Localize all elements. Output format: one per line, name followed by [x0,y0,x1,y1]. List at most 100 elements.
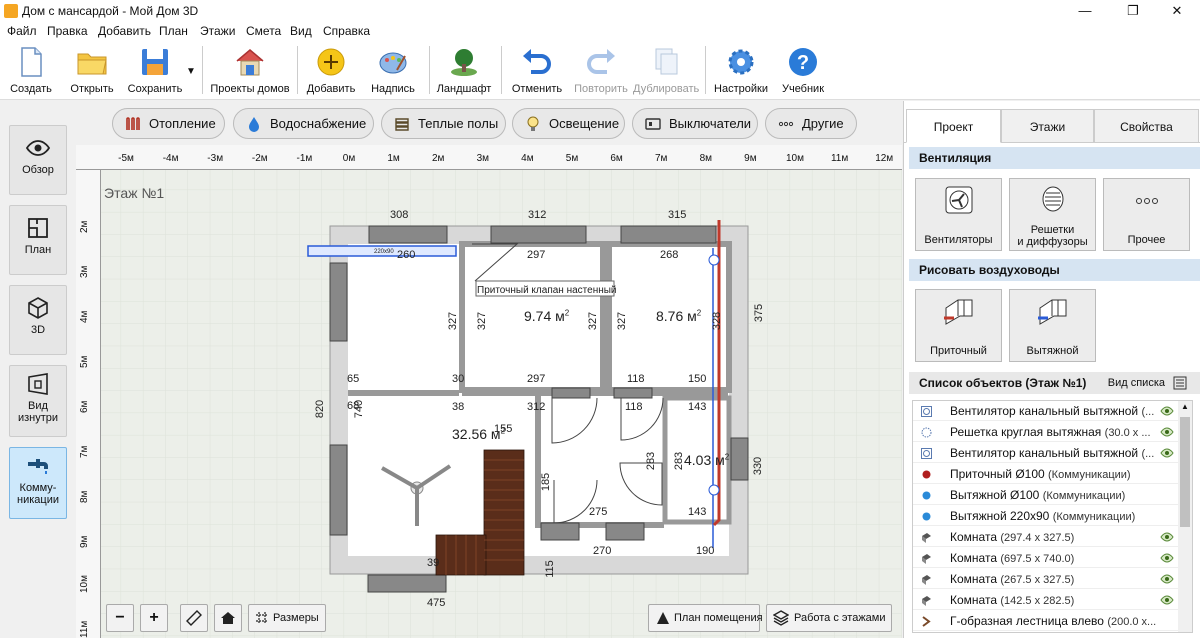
ruler-tick-label: 11м [830,153,849,164]
label-button[interactable]: Надпись [364,44,422,98]
visibility-eye-icon[interactable] [1160,448,1174,458]
faucet-icon [28,459,48,474]
open-button[interactable]: Открыть [66,44,118,98]
floor-plan-drawing[interactable] [76,145,902,638]
list-scrollbar[interactable]: ▲ [1178,401,1192,632]
radiator-icon [126,117,140,130]
house-icon [236,49,264,76]
overview-button[interactable]: Обзор [9,125,67,195]
sizes-button[interactable]: Размеры [248,604,326,632]
object-list[interactable]: Вентилятор канальный вытяжной (... Решет… [912,400,1193,633]
separator [705,46,706,94]
water-supply-button[interactable]: Водоснабжение [233,108,374,139]
ruler-tick-label: -5м [118,153,134,164]
menu-bar: Файл Правка Добавить План Этажи Смета Ви… [0,22,1200,40]
visibility-eye-icon[interactable] [1160,574,1174,584]
home-button[interactable] [214,604,242,632]
dim-label: 143 [688,401,707,413]
layers-icon [773,610,789,626]
warm-floor-icon [395,118,409,131]
create-button[interactable]: Создать [6,44,56,98]
ruler-tick-label: 0м [342,153,356,164]
close-button[interactable]: ✕ [1154,0,1200,22]
settings-button[interactable]: Настройки [712,44,770,98]
minimize-button[interactable]: — [1062,0,1108,22]
list-item[interactable]: Комната (142.5 x 282.5) [913,590,1180,610]
blue-dot-icon [922,491,931,500]
duplicate-button[interactable]: Дублировать [633,44,699,98]
separator [429,46,430,94]
menu-floors[interactable]: Этажи [200,24,235,38]
dim-label: 312 [528,209,547,221]
plan-canvas[interactable]: -5м -4м -3м -2м -1м 0м 1м 2м 3м 4м 5м 6м 7м 8м 9м 10м 11… [76,145,902,638]
menu-file[interactable]: Файл [7,24,37,38]
add-button[interactable]: Добавить [303,44,359,98]
menu-add[interactable]: Добавить [98,24,151,38]
lighting-button[interactable]: Освещение [512,108,625,139]
list-view-toggle[interactable]: Вид списка [1108,372,1165,394]
list-item[interactable]: Вытяжной 220x90 (Коммуникации) [913,506,1180,526]
dim-label: 190 [696,545,715,557]
help-icon: ? [789,48,817,76]
list-item[interactable]: Комната (267.5 x 327.5) [913,569,1180,589]
grilles-button[interactable]: Решетки и диффузоры [1009,178,1096,251]
menu-estimate[interactable]: Смета [246,24,281,38]
list-item[interactable]: Приточный Ø100 (Коммуникации) [913,464,1180,484]
menu-view[interactable]: Вид [290,24,312,38]
undo-button[interactable]: Отменить [508,44,566,98]
dim-label: 150 [688,373,707,385]
ruler-tick-label: 10м [79,575,90,593]
switches-button[interactable]: Выключатели [632,108,758,139]
tab-floors[interactable]: Этажи [1001,109,1094,143]
visibility-eye-icon[interactable] [1160,532,1174,542]
folder-icon [77,53,107,75]
room-icon [922,596,931,606]
visibility-eye-icon[interactable] [1160,595,1174,605]
tab-properties[interactable]: Свойства [1094,109,1199,143]
floors-work-button[interactable]: Работа с этажами [766,604,892,632]
visibility-eye-icon[interactable] [1160,553,1174,563]
fans-button[interactable]: Вентиляторы [915,178,1002,251]
ruler-tick-label: -2м [251,153,268,164]
room-plan-button[interactable]: План помещения [648,604,763,632]
house-projects-button[interactable]: Проекты домов [208,44,292,98]
scroll-up-icon[interactable]: ▲ [1181,402,1189,411]
save-button[interactable]: Сохранить [126,44,184,98]
menu-help[interactable]: Справка [323,24,370,38]
other-button[interactable]: Другие [765,108,857,139]
toolbar: Создать Открыть Сохранить ▼ Проекты домо… [0,40,1200,100]
other-vent-button[interactable]: Прочее [1103,178,1190,251]
visibility-eye-icon[interactable] [1160,427,1174,437]
zoom-out-button[interactable]: − [106,604,134,632]
list-item[interactable]: Решетка круглая вытяжная (30.0 x ... [913,422,1180,442]
maximize-button[interactable]: ❐ [1110,0,1156,22]
list-item[interactable]: Вентилятор канальный вытяжной (... [913,401,1180,421]
plan-button[interactable]: План [9,205,67,275]
tab-project[interactable]: Проект [906,109,1001,143]
menu-plan[interactable]: План [159,24,188,38]
communications-button[interactable]: Комму- никации [9,447,67,519]
ruler-button[interactable] [180,604,208,632]
room-icon [922,554,931,564]
supply-duct-button[interactable]: Приточный [915,289,1002,362]
dim-label: 118 [625,401,643,413]
inside-view-button[interactable]: Вид изнутри [9,365,67,437]
list-item[interactable]: Комната (697.5 x 740.0) [913,548,1180,568]
list-item[interactable]: Г-образная лестница влево (200.0 x... [913,611,1180,631]
exhaust-duct-button[interactable]: Вытяжной [1009,289,1096,362]
list-view-icon[interactable] [1173,376,1187,390]
menu-edit[interactable]: Правка [47,24,88,38]
zoom-in-button[interactable]: + [140,604,168,632]
tutorial-button[interactable]: ? Учебник [776,44,830,98]
list-item[interactable]: Вентилятор канальный вытяжной (... [913,443,1180,463]
list-item[interactable]: Комната (297.4 x 327.5) [913,527,1180,547]
landscape-button[interactable]: Ландшафт [435,44,493,98]
warm-floor-button[interactable]: Теплые полы [381,108,506,139]
heating-button[interactable]: Отопление [112,108,225,139]
visibility-eye-icon[interactable] [1160,406,1174,416]
scroll-thumb[interactable] [1180,417,1190,527]
list-item[interactable]: Вытяжной Ø100 (Коммуникации) [913,485,1180,505]
light-bulb-icon [527,116,539,131]
view-3d-button[interactable]: 3D [9,285,67,355]
redo-button[interactable]: Повторить [571,44,631,98]
